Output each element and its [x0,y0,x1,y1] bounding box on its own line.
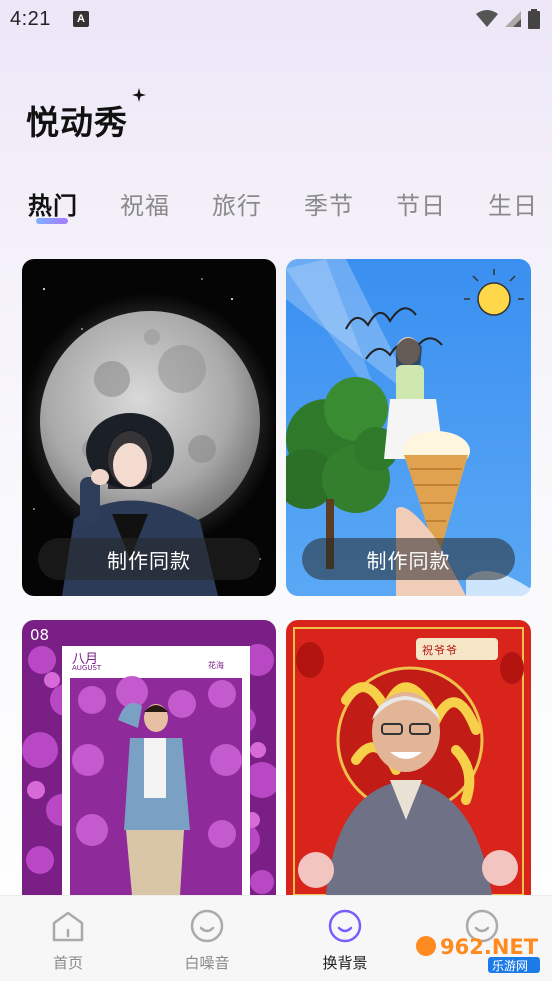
template-card-moon[interactable]: 制作同款 [22,259,276,596]
smile-icon [328,909,362,943]
template-card-summer[interactable]: 制作同款 [286,259,531,596]
tab-travel[interactable]: 旅行 [212,186,262,221]
month-en-label: AUGUST [72,664,102,672]
app-title: 悦动秀 [26,103,128,142]
tab-hot[interactable]: 热门 [28,186,78,221]
status-bar: 4:21 A [0,0,552,38]
flower-tag-label: 花海 [208,661,224,670]
watermark-text: 962.NET [440,935,539,959]
notification-icon: A [72,11,89,27]
template-card-flowers[interactable]: 08 八月 AUGUST 花海 [22,620,276,895]
category-tabs: 热门 祝福 旅行 季节 节日 生日 [0,180,552,230]
tab-indicator [36,218,68,224]
make-same-button[interactable]: 制作同款 [302,538,515,580]
battery-icon [528,9,540,29]
grandpa-blessing-image [286,620,531,895]
nav-home[interactable]: 首页 [18,896,118,981]
tab-festival[interactable]: 节日 [396,186,446,221]
month-number-label: 08 [30,626,49,644]
tab-blessing[interactable]: 祝福 [120,186,170,221]
wifi-icon [476,10,498,27]
nav-home-label: 首页 [52,954,83,972]
blessing-badge: 祝爷爷 [422,644,458,657]
tab-birthday[interactable]: 生日 [488,186,538,221]
nav-white-noise-label: 白噪音 [184,954,230,972]
signal-icon [505,11,521,27]
nav-change-background-label: 换背景 [322,954,368,972]
sparkle-icon [132,88,146,102]
nav-change-background[interactable]: 换背景 [295,896,395,981]
flower-sea-image: 08 [22,620,276,895]
template-card-grandpa[interactable]: 祝爷爷 [286,620,531,895]
nav-white-noise[interactable]: 白噪音 [157,896,257,981]
tab-season[interactable]: 季节 [304,186,354,221]
smile-icon [190,909,224,943]
make-same-button[interactable]: 制作同款 [38,538,260,580]
site-watermark: 962.NET 乐游网 [412,930,544,974]
watermark-sub: 乐游网 [492,959,528,973]
status-time: 4:21 [10,7,51,30]
home-icon [52,911,84,942]
